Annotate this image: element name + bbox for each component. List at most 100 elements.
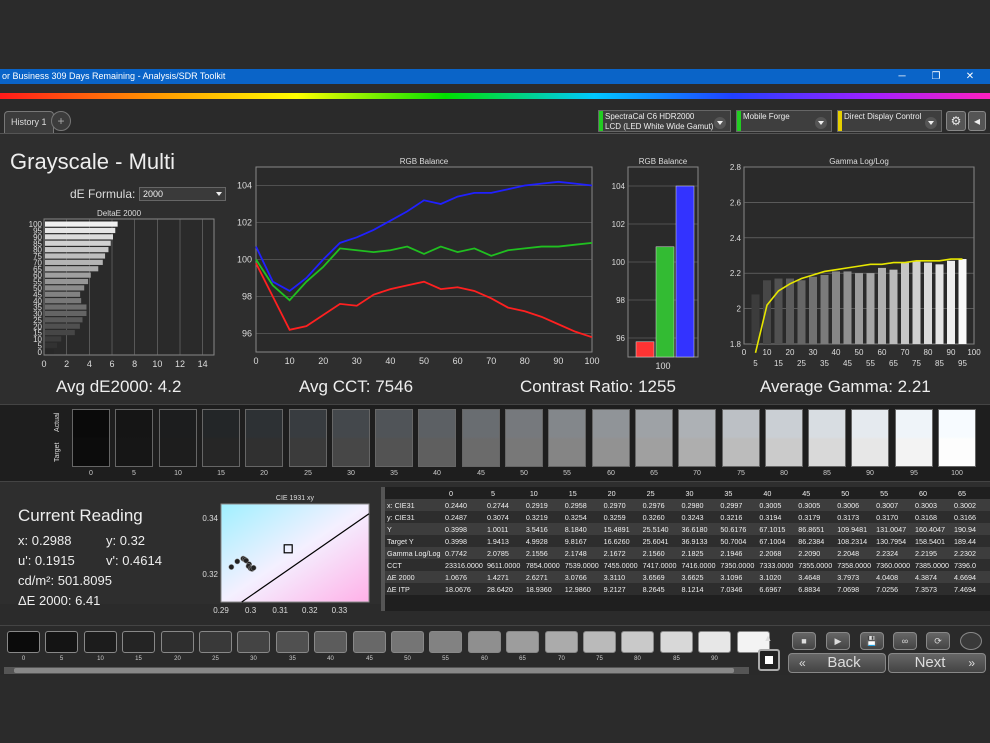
gear-icon[interactable]: ⚙ — [946, 111, 966, 131]
table-row[interactable]: ΔE 2000 1.0676 1.4271 2.6271 3.0766 3.3110 3.6… — [385, 571, 990, 583]
patch-button[interactable] — [276, 631, 309, 653]
swatch[interactable] — [202, 409, 240, 467]
swatch[interactable] — [938, 409, 976, 467]
table-row[interactable]: CCT 23316.0000 9611.0000 7854.0000 7539.0000… — [385, 559, 990, 571]
table-cell: 7333.0000 — [757, 559, 797, 571]
swatch[interactable] — [678, 409, 716, 467]
stop-icon[interactable] — [758, 649, 780, 671]
display-control-dropdown[interactable]: Direct Display Control — [837, 110, 942, 132]
restore-button[interactable]: ❐ — [926, 69, 946, 84]
swatch[interactable] — [548, 409, 586, 467]
back-button[interactable]: « Back — [788, 653, 886, 673]
table-cell: 3.6569 — [640, 571, 680, 583]
minimize-button[interactable]: ─ — [892, 69, 912, 84]
table-row[interactable]: Y 0.3998 1.0011 3.5416 8.1840 15.4891 25.5140 3… — [385, 523, 990, 535]
patch-button[interactable] — [506, 631, 539, 653]
swatch[interactable] — [635, 409, 673, 467]
patch-button[interactable] — [7, 631, 40, 653]
patch-button[interactable] — [545, 631, 578, 653]
swatch[interactable] — [505, 409, 543, 467]
patch-button[interactable] — [122, 631, 155, 653]
patch-button[interactable] — [84, 631, 117, 653]
swatch[interactable] — [289, 409, 327, 467]
gamma-bar — [912, 260, 921, 344]
patch-button[interactable] — [314, 631, 347, 653]
table-cell: 2.1825 — [679, 547, 719, 559]
reading-u: u': 0.1915 — [18, 553, 75, 568]
patch-button[interactable] — [45, 631, 78, 653]
add-tab-button[interactable]: + — [51, 111, 71, 131]
save-icon[interactable]: 💾 — [860, 632, 884, 650]
gamma-bar — [843, 271, 852, 344]
cie-x-tick: 0.31 — [272, 606, 288, 615]
meter-dropdown[interactable]: SpectraCal C6 HDR2000 LCD (LED White Wid… — [598, 110, 731, 132]
gamma-bar — [924, 262, 932, 344]
patch-scrollbar[interactable] — [4, 667, 749, 674]
swatch[interactable] — [332, 409, 370, 467]
swatch-label: 65 — [650, 470, 658, 477]
tab-history-1[interactable]: History 1 — [4, 111, 54, 133]
swatch[interactable] — [895, 409, 933, 467]
patch-label: 90 — [711, 656, 718, 662]
table-cell: 0.3260 — [640, 511, 680, 523]
swatch[interactable] — [808, 409, 846, 467]
table-row[interactable]: x: CIE31 0.2440 0.2744 0.2919 0.2958 0.2970 0.… — [385, 499, 990, 511]
play-icon[interactable]: ▶ — [826, 632, 850, 650]
swatch[interactable] — [722, 409, 760, 467]
swatch[interactable] — [245, 409, 283, 467]
patch-button[interactable] — [429, 631, 462, 653]
table-row[interactable]: ΔE ITP 18.0676 28.6420 18.9360 12.9860 9.2127… — [385, 583, 990, 595]
swatch[interactable] — [115, 409, 153, 467]
table-cell: 6.8834 — [796, 583, 836, 595]
deltae-bar — [45, 278, 89, 285]
table-row[interactable]: y: CIE31 0.2487 0.3074 0.3219 0.3254 0.3259 0.… — [385, 511, 990, 523]
table-row[interactable]: Gamma Log/Log 0.7742 2.0785 2.1556 2.1748 2.1… — [385, 547, 990, 559]
collapse-panel-icon[interactable]: ◂ — [968, 111, 986, 131]
swatch[interactable] — [418, 409, 456, 467]
patch-button[interactable] — [660, 631, 693, 653]
refresh-icon[interactable]: ⟳ — [926, 632, 950, 650]
de-formula-select[interactable]: 2000 — [139, 187, 226, 201]
rgb-line-x-tick: 20 — [318, 356, 328, 366]
pattern-generator-dropdown[interactable]: Mobile Forge — [736, 110, 832, 132]
chevron-down-icon — [925, 117, 937, 129]
cie-x-tick: 0.33 — [332, 606, 348, 615]
swatch[interactable] — [159, 409, 197, 467]
patch-label: 40 — [327, 656, 334, 662]
patch-button[interactable] — [698, 631, 731, 653]
patch-button[interactable] — [621, 631, 654, 653]
table-header-cell — [385, 487, 443, 499]
table-cell: 0.3003 — [913, 499, 952, 511]
table-cell: 0.3243 — [679, 511, 719, 523]
stop-measure-icon[interactable]: ■ — [792, 632, 816, 650]
swatch[interactable] — [592, 409, 630, 467]
table-cell: 0.3254 — [562, 511, 602, 523]
deltae-bar — [45, 323, 80, 329]
patch-button[interactable] — [391, 631, 424, 653]
swatch[interactable] — [462, 409, 500, 467]
swatch[interactable] — [375, 409, 413, 467]
next-button[interactable]: Next » — [888, 653, 986, 673]
loop-icon[interactable]: ∞ — [893, 632, 917, 650]
deltae-chart: DeltaE 20000 2 4 6 8 10 12 14051015202530354045… — [29, 209, 215, 369]
patch-button[interactable] — [583, 631, 616, 653]
table-row[interactable]: Target Y 0.3998 1.9413 4.9928 9.8167 16.6260 2… — [385, 535, 990, 547]
patch-button[interactable] — [353, 631, 386, 653]
up-icon[interactable]: ▲ — [756, 630, 780, 648]
patch-button[interactable] — [237, 631, 270, 653]
swatch-label: 40 — [433, 470, 441, 477]
swatch[interactable] — [765, 409, 803, 467]
patch-button[interactable] — [468, 631, 501, 653]
swatch[interactable] — [851, 409, 889, 467]
swatch-label: 35 — [390, 470, 398, 477]
cie-point — [228, 564, 235, 570]
rgb-line-chart-title: RGB Balance — [400, 157, 449, 166]
table-cell: 0.3179 — [796, 511, 836, 523]
patch-button[interactable] — [199, 631, 232, 653]
display-control-name: Direct Display Control — [844, 112, 922, 121]
swatch[interactable] — [72, 409, 110, 467]
cie-point — [250, 564, 257, 571]
patch-button[interactable] — [161, 631, 194, 653]
scrollbar-thumb[interactable] — [14, 668, 734, 673]
close-button[interactable]: ✕ — [960, 69, 980, 84]
